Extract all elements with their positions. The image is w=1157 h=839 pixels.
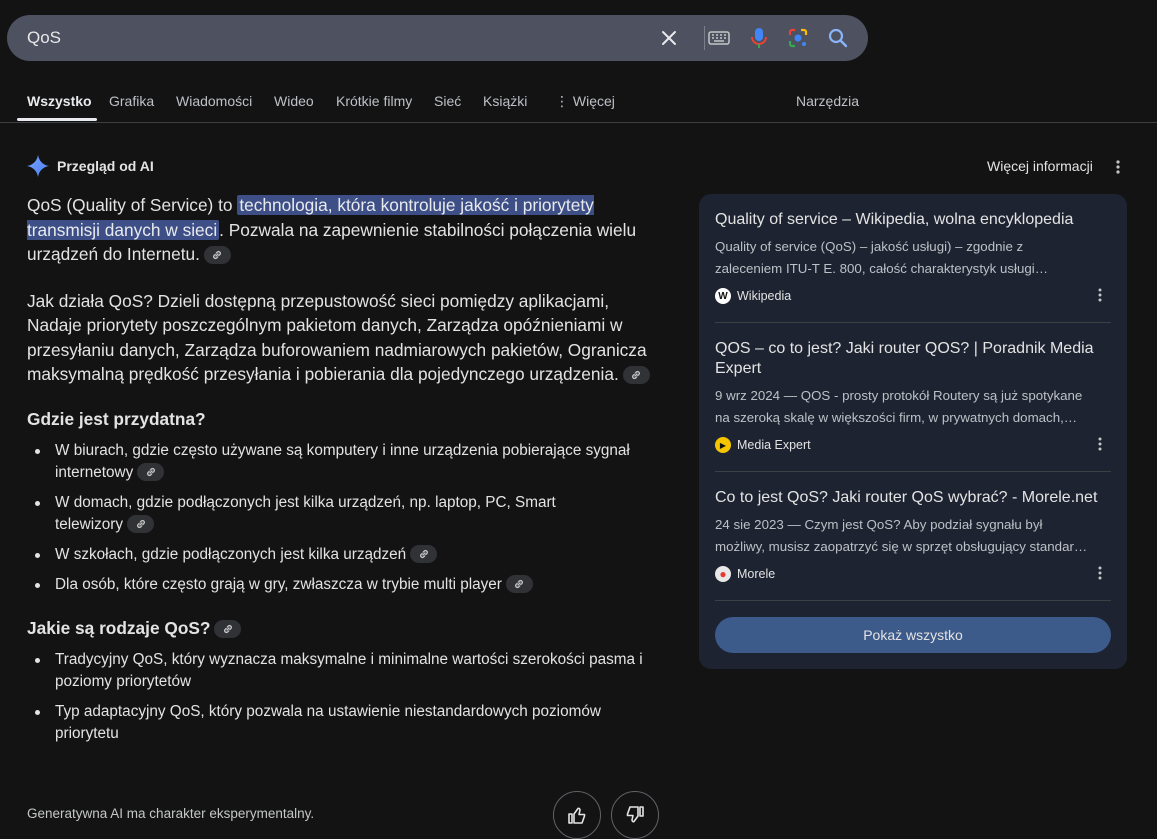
- where-heading: Gdzie jest przydatna?: [27, 408, 206, 429]
- source-card-wikipedia[interactable]: Quality of service – Wikipedia, wolna en…: [715, 210, 1111, 304]
- source-snippet: 24 sie 2023 — Czym jest QoS? Aby podział…: [715, 517, 1043, 532]
- source-menu-icon[interactable]: [1091, 286, 1109, 304]
- thumbs-down-button[interactable]: [611, 791, 659, 839]
- source-menu-icon[interactable]: [1091, 564, 1109, 582]
- source-snippet: zaleceniem ITU-T E. 800, całość charakte…: [715, 261, 1049, 276]
- microphone-icon[interactable]: [747, 26, 771, 50]
- search-icon[interactable]: [826, 26, 850, 50]
- intro-paragraph: QoS (Quality of Service) to technologia,…: [27, 193, 657, 267]
- where-list: W biurach, gdzie często używane są kompu…: [27, 440, 667, 596]
- tools-button[interactable]: Narzędzia: [796, 93, 859, 109]
- active-tab-indicator: [17, 118, 97, 121]
- wikipedia-favicon-icon: W: [715, 288, 731, 304]
- list-item: W domach, gdzie podłączonych jest kilka …: [27, 492, 607, 536]
- source-link-icon[interactable]: [622, 366, 650, 385]
- source-divider: [715, 322, 1111, 323]
- source-divider: [715, 600, 1111, 601]
- thumbs-up-icon: [568, 807, 586, 824]
- types-heading-text: Jakie są rodzaje QoS?: [27, 617, 211, 638]
- source-snippet: Quality of service (QoS) – jakość usługi…: [715, 239, 1024, 254]
- list-item: Dla osób, które często grają w gry, zwła…: [27, 574, 667, 596]
- ai-disclaimer: Generatywna AI ma charakter eksperymenta…: [27, 806, 315, 821]
- source-link-icon[interactable]: [137, 463, 165, 482]
- source-link-icon[interactable]: [203, 246, 231, 265]
- ai-overview-answer: QoS (Quality of Service) to technologia,…: [27, 193, 667, 745]
- tab-books[interactable]: Książki: [483, 93, 527, 109]
- how-text: Jak działa QoS? Dzieli dostępną przepust…: [27, 290, 647, 385]
- source-link-icon[interactable]: [127, 515, 155, 534]
- source-title[interactable]: Co to jest QoS? Jaki router QoS wybrać? …: [715, 488, 1111, 508]
- tab-web[interactable]: Sieć: [434, 93, 461, 109]
- tab-all[interactable]: Wszystko: [27, 93, 92, 109]
- ai-overview-menu-icon[interactable]: [1109, 158, 1127, 176]
- source-menu-icon[interactable]: [1091, 435, 1109, 453]
- source-card-media-expert[interactable]: QOS – co to jest? Jaki router QOS? | Por…: [715, 339, 1111, 453]
- more-info-link[interactable]: Więcej informacji: [987, 158, 1093, 174]
- list-item: W biurach, gdzie często używane są kompu…: [27, 440, 667, 484]
- gemini-sparkle-icon: [27, 155, 49, 177]
- tab-short-videos[interactable]: Krótkie filmy: [336, 93, 412, 109]
- close-icon[interactable]: [657, 26, 681, 50]
- list-item: W szkołach, gdzie podłączonych jest kilk…: [27, 544, 667, 566]
- source-site-name: Wikipedia: [737, 289, 792, 303]
- types-heading: Jakie są rodzaje QoS?: [27, 618, 667, 639]
- types-list: Tradycyjny QoS, który wyznacza maksymaln…: [27, 649, 647, 745]
- search-tabs: Wszystko Grafika Wiadomości Wideo Krótki…: [0, 86, 1157, 123]
- source-divider: [715, 471, 1111, 472]
- source-snippet: na szeroką skalę w większości firm, w pr…: [715, 410, 1078, 425]
- source-link-icon[interactable]: [410, 545, 438, 564]
- source-site-name: Morele: [737, 567, 776, 581]
- list-item-text: W szkołach, gdzie podłączonych jest kilk…: [55, 545, 407, 563]
- list-item: Tradycyjny QoS, który wyznacza maksymaln…: [27, 649, 647, 693]
- search-divider: [704, 26, 705, 50]
- source-card-morele[interactable]: Co to jest QoS? Jaki router QoS wybrać? …: [715, 488, 1111, 582]
- tab-news[interactable]: Wiadomości: [176, 93, 252, 109]
- source-link-icon[interactable]: [214, 619, 242, 638]
- tab-images[interactable]: Grafika: [109, 93, 154, 109]
- source-snippet: 9 wrz 2024 — QOS - prosty protokół Route…: [715, 388, 1083, 403]
- thumbs-down-icon: [626, 806, 644, 823]
- source-site: ● Morele: [715, 566, 1111, 582]
- source-title[interactable]: Quality of service – Wikipedia, wolna en…: [715, 210, 1111, 230]
- tab-more[interactable]: ⋮ Więcej: [555, 93, 615, 110]
- ai-overview-title: Przegląd od AI: [57, 158, 154, 174]
- search-bar[interactable]: QoS: [7, 15, 868, 61]
- morele-favicon-icon: ●: [715, 566, 731, 582]
- thumbs-up-button[interactable]: [553, 791, 601, 839]
- show-all-button[interactable]: Pokaż wszystko: [715, 617, 1111, 653]
- list-item-text: Dla osób, które często grają w gry, zwła…: [55, 575, 502, 593]
- sources-panel: Quality of service – Wikipedia, wolna en…: [699, 194, 1127, 669]
- source-snippet: możliwy, musisz zaopatrzyć się w sprzęt …: [715, 539, 1088, 554]
- lens-icon[interactable]: [786, 26, 810, 50]
- source-site: W Wikipedia: [715, 288, 1111, 304]
- list-item: Typ adaptacyjny QoS, który pozwala na us…: [27, 701, 647, 745]
- source-link-icon[interactable]: [505, 575, 533, 594]
- results-page: QoS Wszystko Grafika Wiadomości Wideo Kr…: [0, 0, 1157, 839]
- source-site-name: Media Expert: [737, 438, 811, 452]
- ai-overview-header: Przegląd od AI: [27, 155, 154, 177]
- source-site: ▶ Media Expert: [715, 437, 1111, 453]
- media-expert-favicon-icon: ▶: [715, 437, 731, 453]
- how-paragraph: Jak działa QoS? Dzieli dostępną przepust…: [27, 289, 657, 387]
- keyboard-icon[interactable]: [707, 26, 731, 50]
- tab-videos[interactable]: Wideo: [274, 93, 314, 109]
- intro-text: QoS (Quality of Service) to: [27, 195, 238, 215]
- search-input[interactable]: QoS: [27, 28, 61, 48]
- source-title[interactable]: QOS – co to jest? Jaki router QOS? | Por…: [715, 339, 1111, 379]
